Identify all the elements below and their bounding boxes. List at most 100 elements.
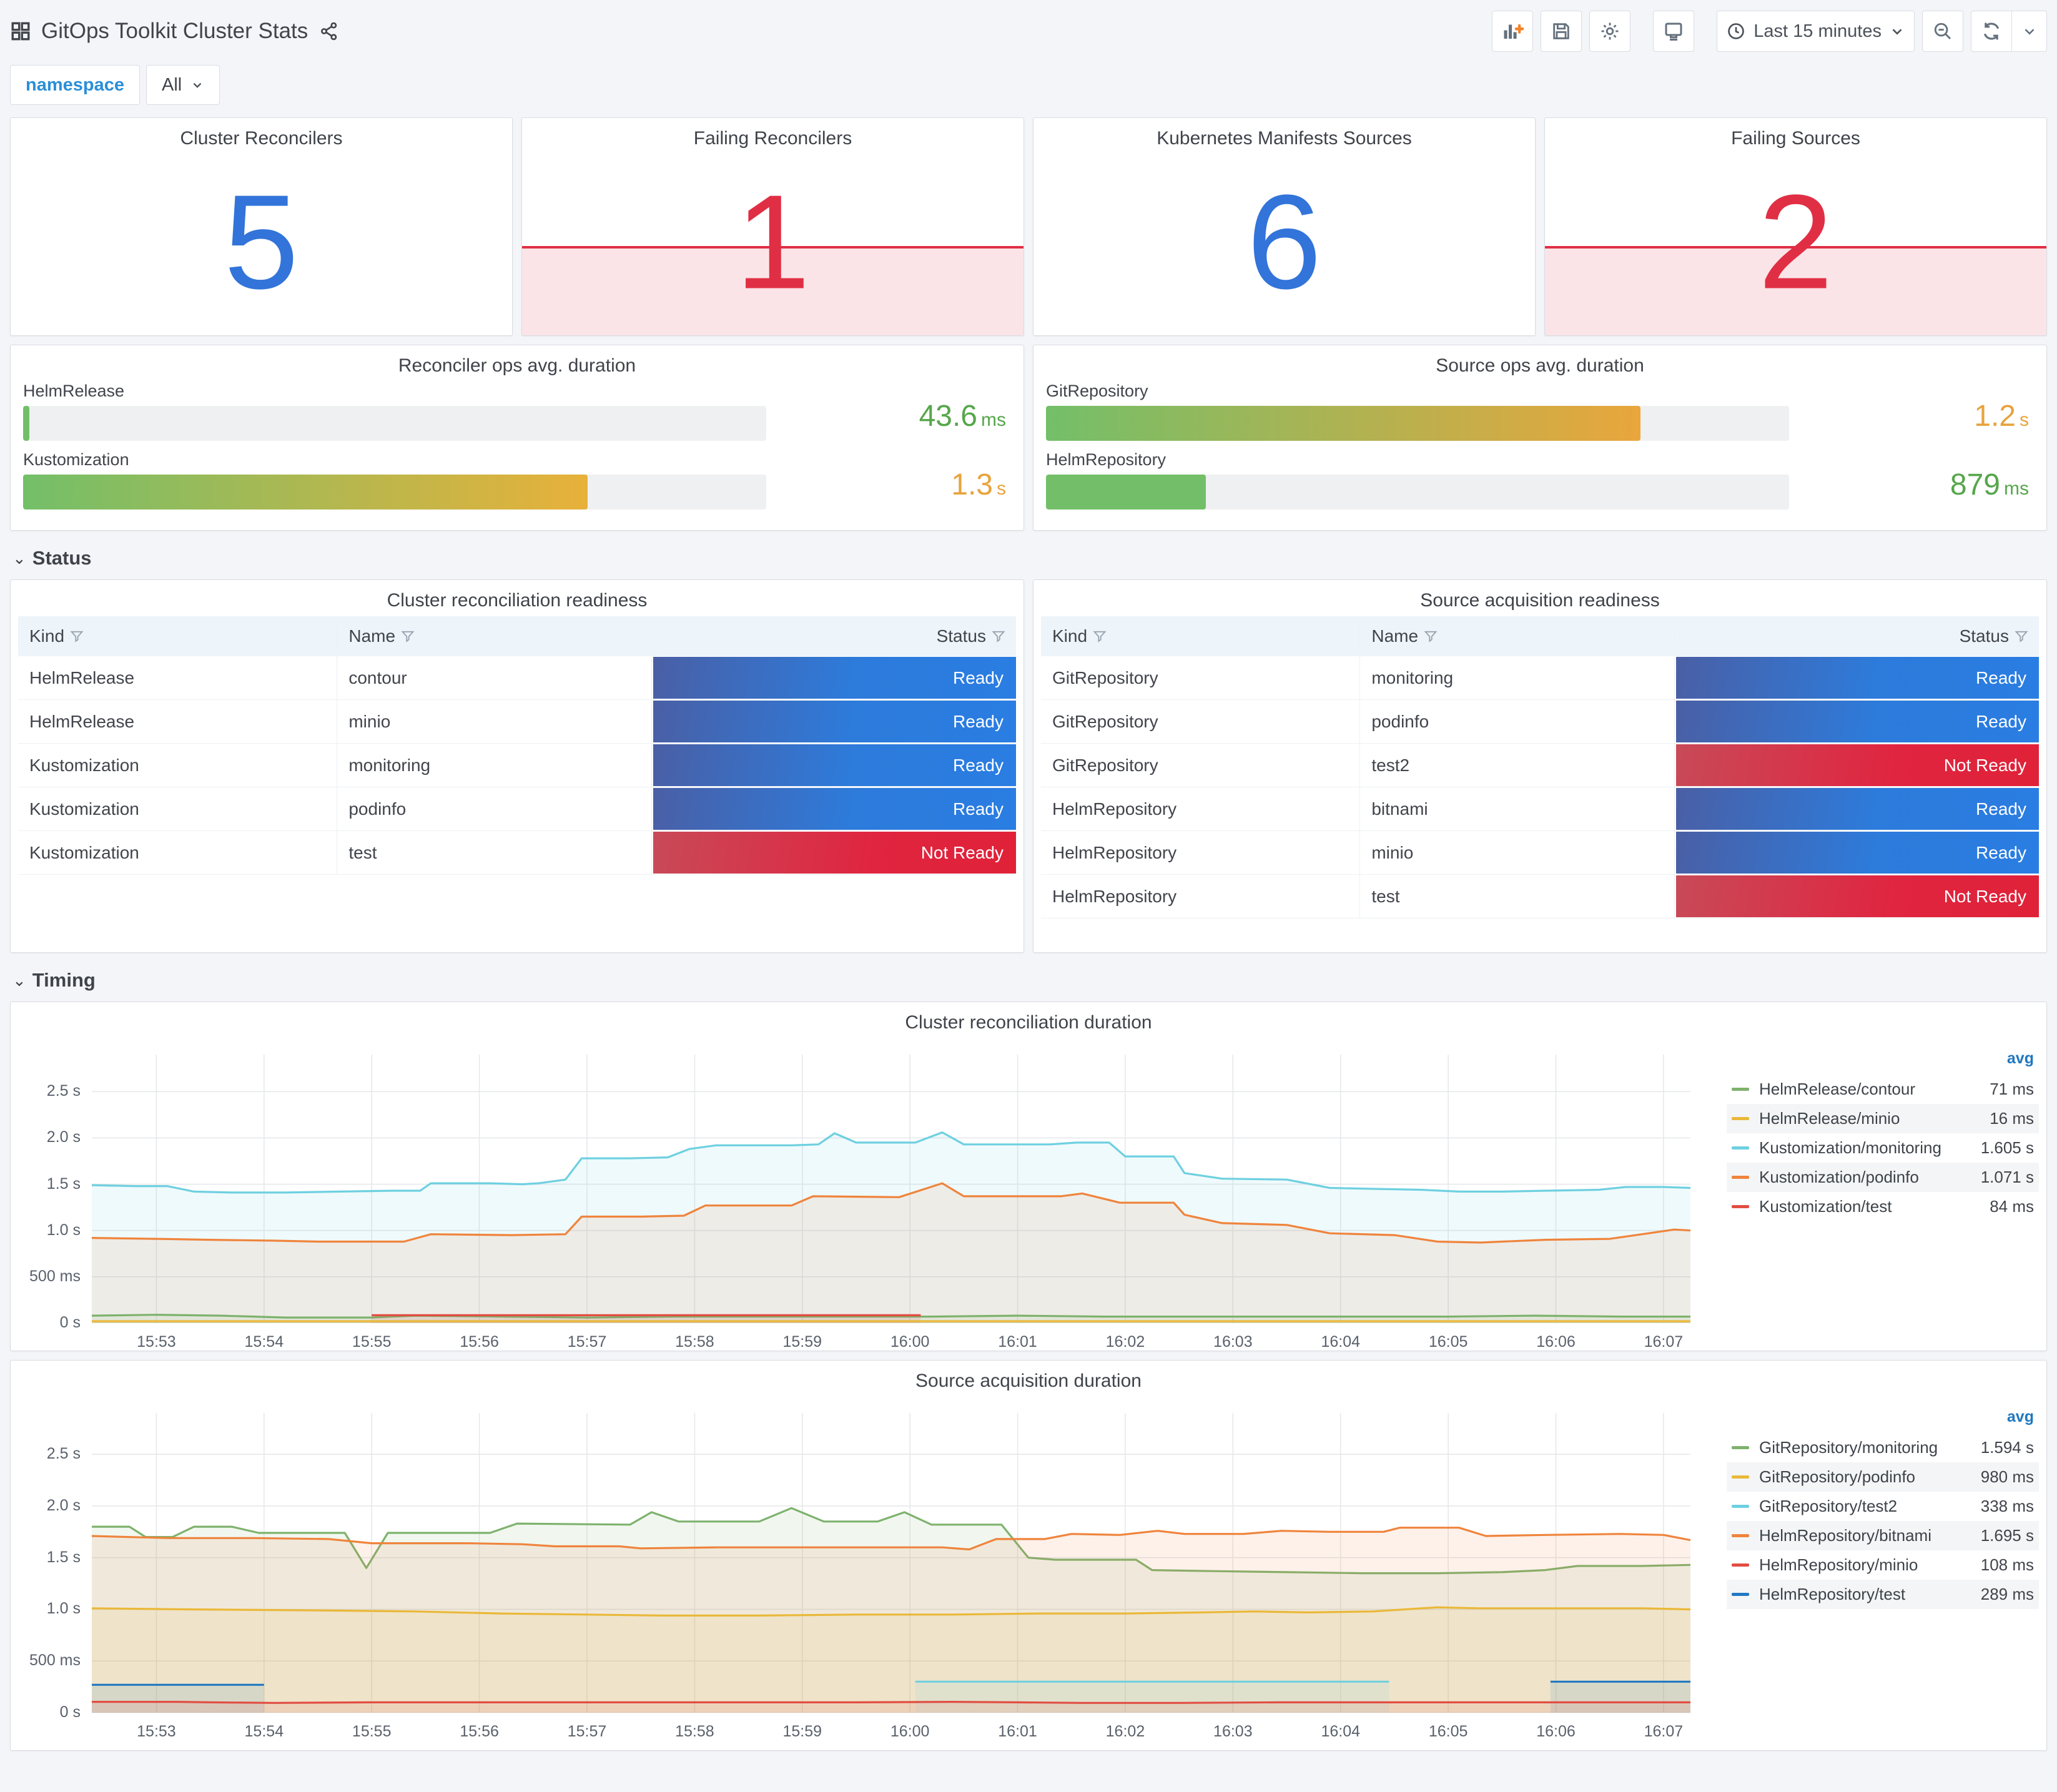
panel-title[interactable]: Source acquisition readiness: [1033, 580, 2046, 611]
cell-name: test2: [1360, 744, 1675, 787]
y-axis-tick-label: 1.0 s: [46, 1221, 81, 1239]
x-axis-tick-label: 15:56: [460, 1723, 499, 1740]
panel-title[interactable]: Cluster reconciliation readiness: [11, 580, 1024, 611]
gauge-row: HelmRelease 43.6 ms: [23, 382, 1006, 450]
legend-series-color: [1732, 1505, 1749, 1508]
legend-series-avg: 980 ms: [1980, 1467, 2034, 1486]
panel-title[interactable]: Source ops avg. duration: [1033, 345, 2046, 377]
column-header-kind[interactable]: Kind: [18, 626, 338, 646]
cell-status: Ready: [652, 700, 1016, 743]
table-row: GitRepository podinfo Ready: [1041, 700, 2039, 744]
filter-icon[interactable]: [2014, 629, 2029, 644]
filter-icon[interactable]: [1092, 629, 1107, 644]
legend-item[interactable]: Kustomization/monitoring 1.605 s: [1727, 1133, 2039, 1163]
legend-item[interactable]: HelmRepository/test 289 ms: [1727, 1580, 2039, 1609]
table-row: Kustomization test Not Ready: [18, 831, 1016, 875]
namespace-variable-value[interactable]: All: [146, 65, 220, 105]
legend-series-color: [1732, 1205, 1749, 1208]
refresh-interval-dropdown[interactable]: [2012, 11, 2047, 52]
legend-series-avg: 1.605 s: [1980, 1138, 2034, 1157]
table-row: Kustomization podinfo Ready: [18, 787, 1016, 831]
cell-name: podinfo: [337, 787, 652, 830]
chart-plot-area[interactable]: [92, 1055, 1690, 1323]
y-axis-tick-label: 2.5 s: [46, 1445, 81, 1463]
x-axis-tick-label: 16:02: [1105, 1333, 1145, 1351]
legend-series-name: HelmRepository/bitnami: [1759, 1526, 1931, 1545]
legend-series-avg: 16 ms: [1990, 1109, 2034, 1128]
filter-icon[interactable]: [1423, 629, 1438, 644]
dashboard-settings-button[interactable]: [1589, 11, 1631, 52]
stat-panel-failing-reconcilers: Failing Reconcilers 1: [521, 117, 1024, 336]
panel-title[interactable]: Cluster reconciliation duration: [11, 1002, 2046, 1033]
status-badge: Not Ready: [1675, 744, 2039, 786]
panel-title[interactable]: Cluster Reconcilers: [11, 118, 512, 149]
section-header-timing[interactable]: ⌄ Timing: [12, 969, 2047, 992]
chevron-down-icon: ⌄: [12, 548, 26, 568]
gauge-bar: [23, 475, 588, 510]
legend-series-name: HelmRepository/minio: [1759, 1555, 1918, 1574]
legend-series-name: GitRepository/test2: [1759, 1497, 1898, 1515]
zoom-out-button[interactable]: [1922, 11, 1963, 52]
time-range-picker[interactable]: Last 15 minutes: [1717, 11, 1915, 52]
column-header-name[interactable]: Name: [1360, 626, 1675, 646]
legend-item[interactable]: HelmRelease/minio 16 ms: [1727, 1104, 2039, 1133]
status-badge: Ready: [653, 788, 1016, 830]
panel-title[interactable]: Failing Sources: [1545, 118, 2046, 149]
gauge-value-unit: ms: [2004, 478, 2029, 499]
x-axis-tick-label: 15:57: [567, 1333, 607, 1351]
filter-icon[interactable]: [400, 629, 415, 644]
status-badge: Ready: [653, 744, 1016, 786]
section-title: Status: [32, 547, 92, 569]
cell-status: Ready: [1675, 700, 2039, 743]
stat-panel-failing-sources: Failing Sources 2: [1544, 117, 2047, 336]
column-header-status[interactable]: Status: [1675, 626, 2039, 646]
gauges-row: Reconciler ops avg. duration HelmRelease…: [10, 345, 2047, 531]
column-header-status[interactable]: Status: [652, 626, 1016, 646]
gauge-row: GitRepository 1.2 s: [1046, 382, 2029, 450]
add-panel-button[interactable]: [1492, 11, 1534, 52]
column-header-name[interactable]: Name: [337, 626, 652, 646]
panel-title[interactable]: Reconciler ops avg. duration: [11, 345, 1024, 377]
template-variables: namespace All: [10, 65, 2047, 105]
legend-series-name: GitRepository/podinfo: [1759, 1467, 1916, 1486]
cell-name: contour: [337, 656, 652, 699]
chevron-down-icon: [1889, 23, 1905, 39]
legend-item[interactable]: HelmRepository/minio 108 ms: [1727, 1550, 2039, 1580]
x-axis-tick-label: 15:53: [137, 1333, 176, 1351]
section-header-status[interactable]: ⌄ Status: [12, 547, 2047, 569]
gauge-bar: [23, 406, 29, 441]
chart-plot-area[interactable]: [92, 1413, 1690, 1713]
legend-item[interactable]: GitRepository/test2 338 ms: [1727, 1492, 2039, 1521]
panel-title[interactable]: Failing Reconcilers: [522, 118, 1024, 149]
tv-mode-button[interactable]: [1653, 11, 1695, 52]
save-dashboard-button[interactable]: [1541, 11, 1582, 52]
legend-series-avg: 1.594 s: [1980, 1438, 2034, 1457]
cell-status: Not Ready: [1675, 875, 2039, 918]
legend-item[interactable]: GitRepository/podinfo 980 ms: [1727, 1462, 2039, 1492]
table-row: HelmRepository test Not Ready: [1041, 875, 2039, 918]
cell-kind: HelmRepository: [1041, 831, 1361, 874]
legend-series-avg: 338 ms: [1980, 1497, 2034, 1515]
legend-item[interactable]: HelmRelease/contour 71 ms: [1727, 1075, 2039, 1104]
y-axis-tick-label: 1.5 s: [46, 1548, 81, 1566]
namespace-variable-label[interactable]: namespace: [10, 65, 140, 105]
column-header-kind[interactable]: Kind: [1041, 626, 1361, 646]
legend-item[interactable]: Kustomization/test 84 ms: [1727, 1192, 2039, 1221]
share-icon[interactable]: [319, 21, 339, 41]
legend-item[interactable]: Kustomization/podinfo 1.071 s: [1727, 1163, 2039, 1192]
refresh-button[interactable]: [1971, 11, 2012, 52]
legend-item[interactable]: GitRepository/monitoring 1.594 s: [1727, 1433, 2039, 1462]
chevron-down-icon: [190, 78, 204, 92]
filter-icon[interactable]: [69, 629, 84, 644]
filter-icon[interactable]: [991, 629, 1006, 644]
namespace-selected-value: All: [162, 74, 182, 95]
panel-title[interactable]: Kubernetes Manifests Sources: [1033, 118, 1535, 149]
table-row: HelmRepository minio Ready: [1041, 831, 2039, 875]
panel-title[interactable]: Source acquisition duration: [11, 1361, 2046, 1392]
dashboards-grid-icon[interactable]: [10, 21, 31, 42]
legend-avg-header[interactable]: avg: [1727, 1408, 2039, 1433]
series-area-GitRepository/podinfo: [92, 1607, 1690, 1713]
legend-item[interactable]: HelmRepository/bitnami 1.695 s: [1727, 1521, 2039, 1550]
legend-avg-header[interactable]: avg: [1727, 1050, 2039, 1075]
y-axis-tick-label: 2.0 s: [46, 1496, 81, 1514]
